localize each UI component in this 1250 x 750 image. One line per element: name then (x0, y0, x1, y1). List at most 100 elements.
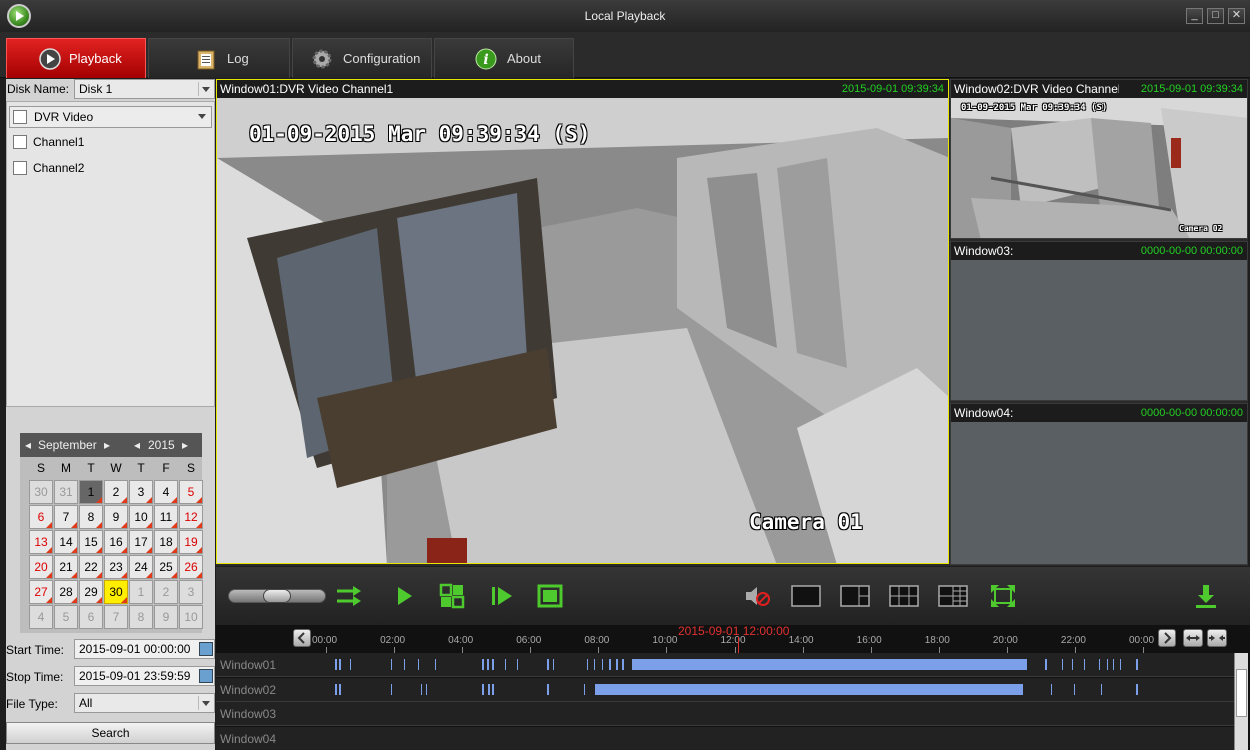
calendar-day[interactable]: 17 (129, 530, 153, 554)
stop-time-input[interactable]: 2015-09-01 23:59:59 (74, 666, 215, 686)
calendar-day[interactable]: 5 (54, 605, 78, 629)
tab-playback[interactable]: Playback (6, 38, 146, 78)
calendar-day[interactable]: 18 (154, 530, 178, 554)
recording-segment[interactable] (1136, 659, 1138, 670)
channel1-checkbox[interactable] (13, 135, 27, 149)
calendar-day[interactable]: 19 (179, 530, 203, 554)
recording-segment[interactable] (609, 659, 611, 670)
tree-root-dvr-video[interactable]: DVR Video (9, 106, 212, 128)
calendar-day[interactable]: 16 (104, 530, 128, 554)
next-month-button[interactable]: ▸ (104, 438, 110, 452)
calendar-day[interactable]: 21 (54, 555, 78, 579)
calendar-day[interactable]: 20 (29, 555, 53, 579)
recording-segment[interactable] (339, 683, 341, 695)
calendar-day[interactable]: 9 (154, 605, 178, 629)
calendar-day[interactable]: 10 (129, 505, 153, 529)
recording-segment[interactable] (391, 683, 392, 695)
recording-segment[interactable] (335, 683, 337, 695)
calendar-day[interactable]: 7 (54, 505, 78, 529)
calendar-day[interactable]: 24 (129, 555, 153, 579)
calendar-day[interactable]: 1 (79, 480, 103, 504)
calendar-day[interactable]: 3 (179, 580, 203, 604)
layout-1-plus-2-icon[interactable] (839, 581, 871, 611)
fullscreen-icon[interactable] (987, 581, 1019, 611)
file-type-select[interactable]: All (74, 693, 215, 713)
prev-year-button[interactable]: ◂ (134, 438, 140, 452)
video-window-1[interactable]: Window01:DVR Video Channel1 2015-09-01 0… (216, 79, 949, 564)
recording-segment[interactable] (482, 659, 484, 670)
recording-segment[interactable] (594, 659, 595, 670)
close-button[interactable]: ✕ (1228, 8, 1245, 24)
channel2-checkbox[interactable] (13, 161, 27, 175)
maximize-button[interactable]: □ (1207, 8, 1224, 24)
calendar-day[interactable]: 27 (29, 580, 53, 604)
calendar-day[interactable]: 15 (79, 530, 103, 554)
calendar-day[interactable]: 2 (154, 580, 178, 604)
video-window-3[interactable]: Window03: 0000-00-00 00:00:00 (950, 241, 1248, 401)
calendar-day[interactable]: 4 (29, 605, 53, 629)
calendar-day[interactable]: 7 (104, 605, 128, 629)
calendar-day[interactable]: 6 (79, 605, 103, 629)
calendar-day[interactable]: 3 (129, 480, 153, 504)
timeline-ruler[interactable]: 00:00 02:00 04:00 06:00 08:00 10:00 12:00 14:00… (216, 624, 1250, 653)
calendar-day[interactable]: 8 (129, 605, 153, 629)
calendar-day[interactable]: 1 (129, 580, 153, 604)
timeline-scrollbar[interactable] (1234, 653, 1248, 750)
prev-month-button[interactable]: ◂ (25, 438, 31, 452)
dvr-video-checkbox[interactable] (13, 110, 27, 124)
calendar-day[interactable]: 14 (54, 530, 78, 554)
recording-segment[interactable] (622, 659, 624, 670)
recording-segment[interactable] (602, 659, 603, 670)
recording-segment[interactable] (488, 683, 490, 695)
recording-segment[interactable] (1062, 659, 1063, 670)
calendar-day[interactable]: 2 (104, 480, 128, 504)
calendar-day[interactable]: 9 (104, 505, 128, 529)
disk-name-select[interactable]: Disk 1 (74, 79, 215, 99)
tab-about[interactable]: i About (434, 38, 574, 78)
recording-segment[interactable] (1101, 683, 1102, 695)
recording-segment[interactable] (391, 659, 392, 670)
calendar-day[interactable]: 12 (179, 505, 203, 529)
speed-slider[interactable] (228, 589, 326, 603)
recording-segment[interactable] (1072, 659, 1073, 670)
calendar-day[interactable]: 30 (104, 580, 128, 604)
recording-segment[interactable] (426, 683, 427, 695)
timeline-prev-button[interactable] (293, 629, 311, 647)
recording-segment[interactable] (587, 659, 588, 670)
calendar-day[interactable]: 10 (179, 605, 203, 629)
recording-segment[interactable] (584, 683, 585, 695)
speed-slider-handle[interactable] (263, 589, 291, 603)
recording-segment[interactable] (1074, 683, 1075, 695)
speed-adjust-icon[interactable] (333, 581, 365, 611)
calendar-day[interactable]: 30 (29, 480, 53, 504)
recording-segment[interactable] (1113, 659, 1114, 670)
video-window-4[interactable]: Window04: 0000-00-00 00:00:00 (950, 403, 1248, 565)
timeline-row[interactable]: Window03 (216, 702, 1234, 726)
play-button[interactable] (388, 581, 420, 611)
next-year-button[interactable]: ▸ (182, 438, 188, 452)
recording-segment[interactable] (547, 659, 549, 670)
recording-segment[interactable] (1107, 659, 1108, 670)
calendar-day[interactable]: 6 (29, 505, 53, 529)
recording-segment[interactable] (547, 683, 549, 695)
tab-configuration[interactable]: Configuration (292, 38, 432, 78)
recording-segment[interactable] (421, 683, 422, 695)
calendar-day[interactable]: 13 (29, 530, 53, 554)
tab-log[interactable]: Log (148, 38, 290, 78)
recording-segment[interactable] (339, 659, 341, 670)
recording-segment[interactable] (350, 659, 351, 670)
calendar-day[interactable]: 26 (179, 555, 203, 579)
recording-segment[interactable] (404, 659, 405, 670)
recording-segment[interactable] (1136, 683, 1138, 695)
calendar-icon[interactable] (199, 669, 213, 683)
timeline-next-button[interactable] (1158, 629, 1176, 647)
calendar-day[interactable]: 29 (79, 580, 103, 604)
calendar-day[interactable]: 28 (54, 580, 78, 604)
timeline-row[interactable]: Window02 (216, 677, 1234, 702)
mute-icon[interactable] (742, 581, 774, 611)
minimize-button[interactable]: _ (1186, 8, 1203, 24)
recording-segment[interactable] (335, 659, 337, 670)
recording-segment[interactable] (492, 683, 494, 695)
recording-segment[interactable] (418, 659, 419, 670)
timeline-cursor[interactable] (738, 637, 739, 653)
